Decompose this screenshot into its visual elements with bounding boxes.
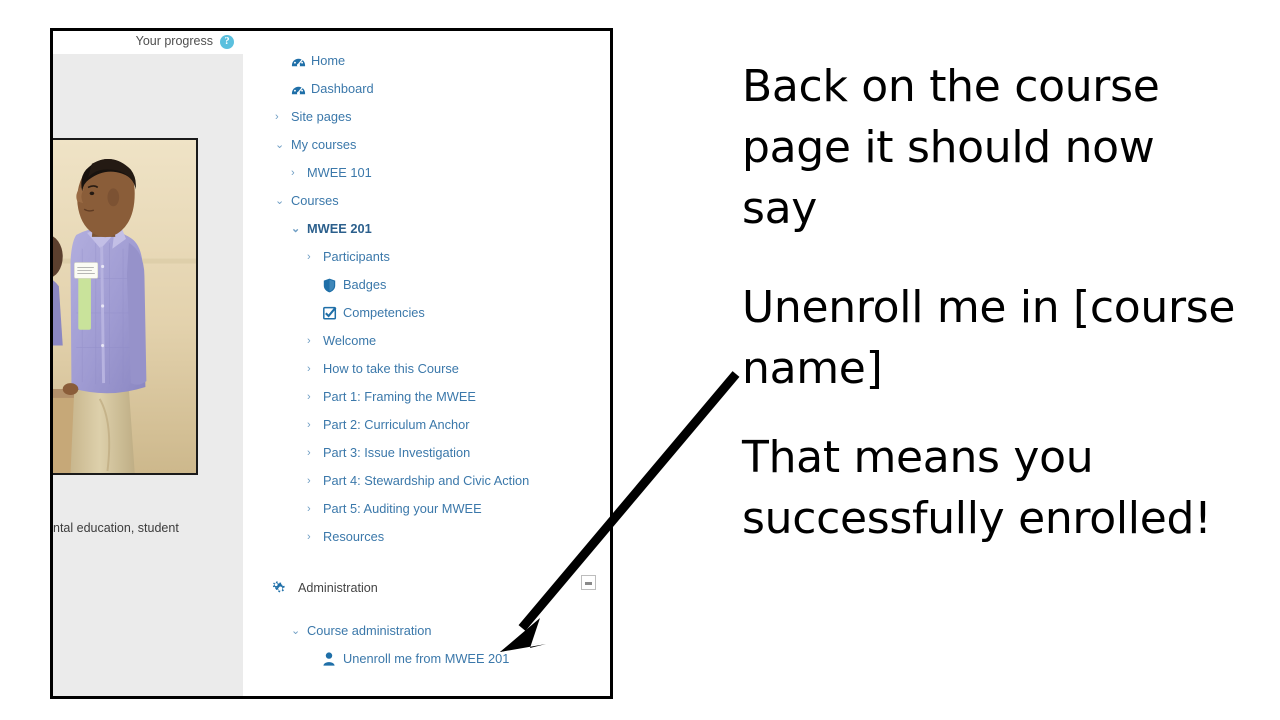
chevron-right-icon[interactable]: › bbox=[291, 167, 305, 179]
nav-item-label: Dashboard bbox=[311, 80, 374, 96]
nav-item-participants[interactable]: › Participants bbox=[243, 243, 610, 271]
nav-item-label: Part 1: Framing the MWEE bbox=[323, 388, 476, 404]
student-presenting-photo bbox=[53, 138, 198, 475]
nav-item-label: Part 4: Stewardship and Civic Action bbox=[323, 472, 530, 488]
nav-item-part-3-issue-investigation[interactable]: › Part 3: Issue Investigation bbox=[243, 439, 610, 467]
nav-item-label: Courses bbox=[291, 192, 339, 208]
chevron-right-icon[interactable]: › bbox=[307, 419, 321, 431]
chevron-right-icon[interactable]: › bbox=[275, 111, 289, 123]
nav-item-label: Welcome bbox=[323, 332, 377, 348]
nav-item-label: MWEE 201 bbox=[307, 220, 372, 236]
chevron-right-icon[interactable]: › bbox=[307, 391, 321, 403]
chevron-right-icon[interactable]: › bbox=[307, 363, 321, 375]
moodle-screenshot-frame: Your progress ? ntal education, student … bbox=[50, 28, 613, 699]
nav-item-competencies[interactable]: Competencies bbox=[243, 299, 610, 327]
chevron-right-icon[interactable]: › bbox=[307, 503, 321, 515]
checkbox-checked-icon bbox=[323, 306, 340, 320]
chevron-right-icon[interactable]: › bbox=[307, 251, 321, 263]
shield-icon bbox=[323, 278, 340, 293]
nav-item-resources[interactable]: › Resources bbox=[243, 523, 610, 551]
administration-header: Administration bbox=[243, 579, 378, 597]
nav-item-welcome[interactable]: › Welcome bbox=[243, 327, 610, 355]
user-icon bbox=[323, 652, 340, 666]
narrative-text-block: Back on the course page it should now sa… bbox=[742, 56, 1242, 549]
chevron-down-icon[interactable]: ⌄ bbox=[275, 195, 289, 207]
nav-item-site-pages[interactable]: › Site pages bbox=[243, 103, 610, 131]
nav-item-label: Part 3: Issue Investigation bbox=[323, 444, 471, 460]
nav-item-label: Part 2: Curriculum Anchor bbox=[323, 416, 470, 432]
course-left-column: Your progress ? ntal education, student bbox=[53, 31, 243, 696]
gears-icon bbox=[271, 579, 291, 597]
administration-tree: ⌄ Course administration Unenroll me from M… bbox=[243, 617, 610, 673]
chevron-right-icon[interactable]: › bbox=[307, 447, 321, 459]
nav-item-mwee-201[interactable]: ⌄ MWEE 201 bbox=[243, 215, 610, 243]
narrative-paragraph-3: That means you successfully enrolled! bbox=[742, 432, 1212, 544]
nav-item-unenroll-me-from-mwee-201[interactable]: Unenroll me from MWEE 201 bbox=[243, 645, 610, 673]
navigation-tree: Home Dashboard › Site pages ⌄ My courses › MWEE… bbox=[243, 47, 610, 551]
chevron-down-icon[interactable]: ⌄ bbox=[291, 625, 305, 637]
nav-item-label: Participants bbox=[323, 248, 390, 264]
nav-item-label: How to take this Course bbox=[323, 360, 459, 376]
nav-item-label: Resources bbox=[323, 528, 385, 544]
chevron-down-icon[interactable]: ⌄ bbox=[275, 139, 289, 151]
navigation-column: Home Dashboard › Site pages ⌄ My courses › MWEE… bbox=[243, 31, 610, 696]
nav-item-my-courses[interactable]: ⌄ My courses bbox=[243, 131, 610, 159]
nav-item-badges[interactable]: Badges bbox=[243, 271, 610, 299]
photo-caption: ntal education, student bbox=[53, 521, 179, 535]
narrative-paragraph-1: Back on the course page it should now sa… bbox=[742, 61, 1160, 234]
nav-item-part-2-curriculum-anchor[interactable]: › Part 2: Curriculum Anchor bbox=[243, 411, 610, 439]
chevron-right-icon[interactable]: › bbox=[307, 475, 321, 487]
nav-item-mwee-101[interactable]: › MWEE 101 bbox=[243, 159, 610, 187]
dashboard-icon bbox=[291, 82, 308, 97]
nav-item-dashboard[interactable]: Dashboard bbox=[243, 75, 610, 103]
nav-item-course-administration[interactable]: ⌄ Course administration bbox=[243, 617, 610, 645]
nav-item-part-4-stewardship-and-civic-action[interactable]: › Part 4: Stewardship and Civic Action bbox=[243, 467, 610, 495]
nav-item-label: Site pages bbox=[291, 108, 352, 124]
nav-item-how-to-take-this-course[interactable]: › How to take this Course bbox=[243, 355, 610, 383]
nav-item-label: Competencies bbox=[343, 304, 425, 320]
nav-item-label: Part 5: Auditing your MWEE bbox=[323, 500, 482, 516]
help-circle-icon[interactable]: ? bbox=[220, 34, 234, 49]
nav-item-label: My courses bbox=[291, 136, 357, 152]
nav-item-label: Course administration bbox=[307, 622, 432, 638]
nav-item-label: Badges bbox=[343, 276, 387, 292]
photo-graphic bbox=[53, 140, 196, 473]
nav-item-label: MWEE 101 bbox=[307, 164, 372, 180]
narrative-paragraph-2: Unenroll me in [course name] bbox=[742, 282, 1236, 394]
chevron-right-icon[interactable]: › bbox=[307, 531, 321, 543]
dashboard-icon bbox=[291, 54, 308, 69]
progress-row: Your progress ? bbox=[53, 31, 243, 54]
nav-item-label: Unenroll me from MWEE 201 bbox=[343, 650, 510, 666]
nav-item-courses[interactable]: ⌄ Courses bbox=[243, 187, 610, 215]
collapse-minus-icon[interactable] bbox=[581, 575, 596, 590]
nav-item-home[interactable]: Home bbox=[243, 47, 610, 75]
nav-item-label: Home bbox=[311, 52, 346, 68]
your-progress-label: Your progress bbox=[135, 34, 213, 48]
nav-item-part-5-auditing-your-mwee[interactable]: › Part 5: Auditing your MWEE bbox=[243, 495, 610, 523]
administration-title: Administration bbox=[298, 581, 378, 595]
nav-item-part-1-framing-the-mwee[interactable]: › Part 1: Framing the MWEE bbox=[243, 383, 610, 411]
chevron-down-icon[interactable]: ⌄ bbox=[291, 223, 305, 235]
chevron-right-icon[interactable]: › bbox=[307, 335, 321, 347]
